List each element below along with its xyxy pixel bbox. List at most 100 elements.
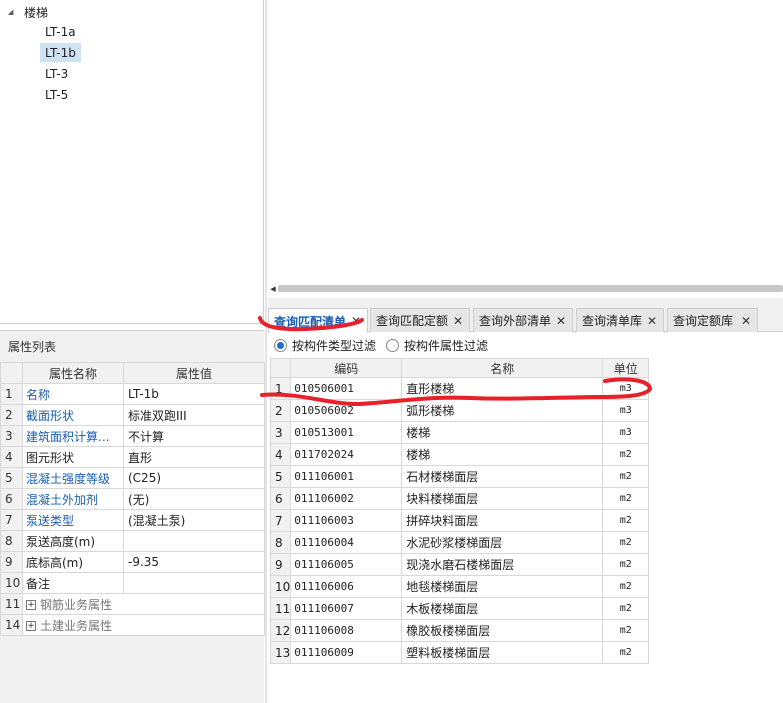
header-name: 名称 [401, 358, 604, 378]
scroll-left-icon[interactable]: ◀ [268, 285, 278, 293]
property-value[interactable] [123, 572, 265, 594]
property-value[interactable]: (无) [123, 488, 265, 510]
table-row[interactable]: 3 010513001 楼梯 m3 [269, 421, 650, 444]
vertical-splitter[interactable] [265, 0, 267, 703]
property-value[interactable]: LT-1b [123, 383, 265, 405]
bill-unit: m2 [602, 575, 650, 598]
property-row[interactable]: 4 图元形状 直形 [0, 446, 265, 468]
bill-code: 010506001 [290, 377, 403, 400]
horizontal-scrollbar[interactable]: ◀ [268, 284, 783, 293]
property-value[interactable]: 不计算 [123, 425, 265, 447]
tree-item-lt-5[interactable]: LT-5 [40, 85, 73, 104]
scrollbar-thumb[interactable] [278, 285, 783, 292]
property-value[interactable]: 标准双跑III [123, 404, 265, 426]
property-row[interactable]: 7 泵送类型 (混凝土泵) [0, 509, 265, 531]
row-number: 13 [269, 641, 292, 664]
property-row[interactable]: 10 备注 [0, 572, 265, 594]
property-value[interactable]: (C25) [123, 467, 265, 489]
row-number: 3 [269, 421, 292, 444]
tree-item-lt-1a[interactable]: LT-1a [40, 22, 81, 41]
bill-unit: m3 [602, 377, 650, 400]
tab-external-bill[interactable]: 查询外部清单 ✕ [473, 308, 573, 332]
property-row[interactable]: 5 混凝土强度等级 (C25) [0, 467, 265, 489]
table-row[interactable]: 2 010506002 弧形楼梯 m3 [269, 399, 650, 422]
tab-bill-library[interactable]: 查询清单库 ✕ [576, 308, 664, 332]
property-group-row[interactable]: 14 + 土建业务属性 [0, 614, 265, 636]
property-row[interactable]: 8 泵送高度(m) [0, 530, 265, 552]
bill-unit: m2 [602, 619, 650, 642]
tab-label: 查询外部清单 [479, 314, 552, 328]
property-value[interactable]: (混凝土泵) [123, 509, 265, 531]
header-unit: 单位 [602, 358, 650, 378]
bill-name: 塑料板楼梯面层 [401, 641, 604, 664]
property-row[interactable]: 6 混凝土外加剂 (无) [0, 488, 265, 510]
bill-unit: m2 [602, 597, 650, 620]
bill-code: 010513001 [290, 421, 403, 444]
table-row[interactable]: 4 011702024 楼梯 m2 [269, 443, 650, 466]
table-row[interactable]: 5 011106001 石材楼梯面层 m2 [269, 465, 650, 488]
tree-item-lt-1b[interactable]: LT-1b [40, 43, 81, 62]
close-icon[interactable]: ✕ [351, 314, 361, 328]
filter-by-type-label[interactable]: 按构件类型过滤 [292, 337, 376, 354]
property-panel-title: 属性列表 [8, 340, 57, 354]
row-number: 10 [269, 575, 292, 598]
expand-icon[interactable]: + [26, 600, 36, 610]
close-icon[interactable]: ✕ [647, 314, 657, 328]
table-row[interactable]: 1 010506001 直形楼梯 m3 [269, 377, 650, 400]
property-name: 备注 [22, 572, 124, 594]
row-number: 5 [269, 465, 292, 488]
close-icon[interactable]: ✕ [453, 314, 463, 328]
bill-unit: m2 [602, 553, 650, 576]
collapse-arrow-icon[interactable]: ◢ [8, 8, 18, 16]
property-group[interactable]: + 土建业务属性 [22, 614, 265, 636]
row-number: 11 [0, 593, 23, 615]
table-row[interactable]: 9 011106005 现浇水磨石楼梯面层 m2 [269, 553, 650, 576]
filter-by-attribute-radio[interactable] [386, 338, 400, 352]
row-number: 8 [269, 531, 292, 554]
table-row[interactable]: 13 011106009 塑料板楼梯面层 m2 [269, 641, 650, 664]
bill-name: 地毯楼梯面层 [401, 575, 604, 598]
property-row[interactable]: 9 底标高(m) -9.35 [0, 551, 265, 573]
upper-right-panel [268, 0, 783, 290]
property-value[interactable]: -9.35 [123, 551, 265, 573]
table-row[interactable]: 11 011106007 木板楼梯面层 m2 [269, 597, 650, 620]
tab-match-quota[interactable]: 查询匹配定额 ✕ [370, 308, 470, 332]
property-row[interactable]: 1 名称 LT-1b [0, 383, 265, 405]
tab-match-bill[interactable]: 查询匹配清单 ✕ [268, 308, 368, 333]
property-group-row[interactable]: 11 + 钢筋业务属性 [0, 593, 265, 615]
bill-name: 块料楼梯面层 [401, 487, 604, 510]
bill-code: 010506002 [290, 399, 403, 422]
property-name: 混凝土外加剂 [22, 488, 124, 510]
property-table: 属性名称 属性值 1 名称 LT-1b 2 截面形状 标准双跑III 3 建筑面积计算... 不… [0, 362, 265, 636]
header-code: 编码 [290, 358, 403, 378]
tab-quota-library[interactable]: 查询定额库 ✕ [667, 308, 758, 332]
property-row[interactable]: 3 建筑面积计算... 不计算 [0, 425, 265, 447]
bill-unit: m2 [602, 509, 650, 532]
close-icon[interactable]: ✕ [741, 314, 751, 328]
expand-icon[interactable]: + [26, 621, 36, 631]
tree-root-stairs[interactable]: ◢ 楼梯 [8, 3, 48, 21]
row-number: 5 [0, 467, 23, 489]
filter-options: 按构件类型过滤 按构件属性过滤 [274, 336, 498, 354]
property-group[interactable]: + 钢筋业务属性 [22, 593, 265, 615]
bill-name: 现浇水磨石楼梯面层 [401, 553, 604, 576]
row-number: 2 [0, 404, 23, 426]
property-value[interactable] [123, 530, 265, 552]
bill-code: 011106007 [290, 597, 403, 620]
property-value[interactable]: 直形 [123, 446, 265, 468]
header-property-name: 属性名称 [22, 362, 124, 384]
property-row[interactable]: 2 截面形状 标准双跑III [0, 404, 265, 426]
filter-by-attribute-label[interactable]: 按构件属性过滤 [404, 337, 488, 354]
bill-unit: m2 [602, 465, 650, 488]
table-row[interactable]: 8 011106004 水泥砂浆楼梯面层 m2 [269, 531, 650, 554]
filter-by-type-radio[interactable] [274, 338, 287, 352]
table-row[interactable]: 7 011106003 拼碎块料面层 m2 [269, 509, 650, 532]
tree-item-lt-3[interactable]: LT-3 [40, 64, 73, 83]
close-icon[interactable]: ✕ [556, 314, 566, 328]
row-number: 6 [0, 488, 23, 510]
table-row[interactable]: 10 011106006 地毯楼梯面层 m2 [269, 575, 650, 598]
table-row[interactable]: 6 011106002 块料楼梯面层 m2 [269, 487, 650, 510]
table-row[interactable]: 12 011106008 橡胶板楼梯面层 m2 [269, 619, 650, 642]
property-name: 截面形状 [22, 404, 124, 426]
bill-code: 011106009 [290, 641, 403, 664]
